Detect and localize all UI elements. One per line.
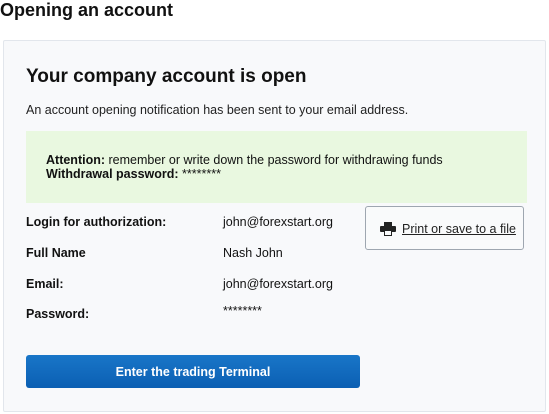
attention-box: Attention: remember or write down the pa…: [26, 131, 527, 203]
withdrawal-password-line: Withdrawal password: ********: [46, 167, 527, 181]
full-name-label: Full Name: [26, 246, 86, 260]
print-save-button[interactable]: Print or save to a file: [365, 206, 524, 250]
login-value: john@forexstart.org: [223, 215, 333, 229]
email-value: john@forexstart.org: [223, 277, 333, 291]
notification-text: An account opening notification has been…: [26, 103, 409, 117]
attention-text: remember or write down the password for …: [105, 153, 443, 167]
card-title: Your company account is open: [26, 66, 307, 87]
withdrawal-password-value: ********: [178, 167, 221, 181]
password-label: Password:: [26, 307, 90, 321]
attention-line: Attention: remember or write down the pa…: [46, 153, 527, 167]
email-label: Email:: [26, 277, 64, 291]
printer-icon: [380, 222, 396, 236]
withdrawal-password-label: Withdrawal password:: [46, 167, 179, 181]
page-title: Opening an account: [0, 0, 174, 20]
full-name-value: Nash John: [223, 246, 283, 260]
login-label: Login for authorization:: [26, 215, 167, 229]
print-save-label: Print or save to a file: [402, 222, 516, 236]
account-card: Your company account is open An account …: [3, 40, 546, 412]
attention-label: Attention:: [46, 153, 106, 167]
enter-trading-terminal-button[interactable]: Enter the trading Terminal: [26, 355, 360, 388]
password-value: ********: [223, 304, 262, 318]
